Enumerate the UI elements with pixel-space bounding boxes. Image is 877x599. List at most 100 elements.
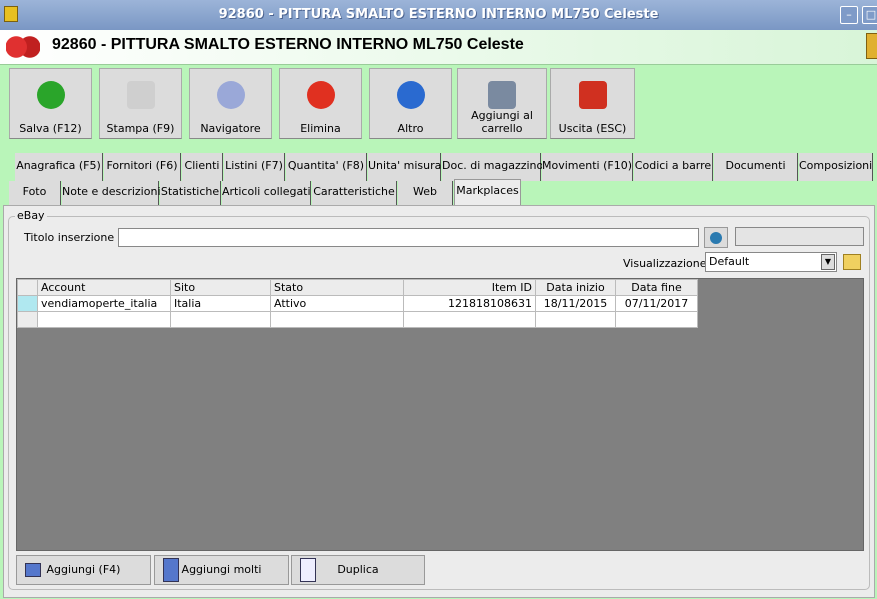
tab-label: Movimenti (F10) <box>542 159 633 172</box>
empty-cell[interactable] <box>615 311 698 328</box>
toolbar-button-5[interactable]: Aggiungi al carrello <box>457 68 547 139</box>
tab-label: Listini (F7) <box>225 159 283 172</box>
empty-cell[interactable] <box>170 311 271 328</box>
tab-label: Doc. di magazzino <box>442 159 544 172</box>
folder-icon[interactable] <box>843 254 861 270</box>
tab-label: Codici a barre <box>634 159 712 172</box>
window-title: 92860 - PITTURA SMALTO ESTERNO INTERNO M… <box>218 7 659 22</box>
cell-sito[interactable]: Italia <box>170 295 271 312</box>
toolbar-button-0[interactable]: Salva (F12) <box>9 68 92 139</box>
col-data-fine[interactable]: Data fine <box>615 279 698 296</box>
tab-doc-di-magazzino[interactable]: Doc. di magazzino <box>442 153 544 181</box>
add-button[interactable]: Aggiungi (F4) <box>16 555 151 585</box>
toolbar-label: Uscita (ESC) <box>558 122 627 135</box>
cell-item-id[interactable]: 121818108631 <box>403 295 536 312</box>
col-stato[interactable]: Stato <box>270 279 404 296</box>
printer-icon <box>126 81 155 109</box>
tab-listini-f7-[interactable]: Listini (F7) <box>224 153 285 181</box>
empty-cell[interactable] <box>37 311 171 328</box>
tab-label: Unita' misura <box>368 159 442 172</box>
tab-label: Quantita' (F8) <box>287 159 365 172</box>
tab-label: Composizioni <box>799 159 873 172</box>
add-icon <box>25 563 41 577</box>
tab-label: Clienti <box>184 159 220 172</box>
col-item-id[interactable]: Item ID <box>403 279 536 296</box>
maximize-button[interactable]: □ <box>862 6 877 24</box>
tab-composizioni[interactable]: Composizioni <box>799 153 873 181</box>
select-value: Default <box>709 255 750 268</box>
cart-icon <box>488 81 516 109</box>
table-row[interactable]: vendiamoperte_italia Italia Attivo 12181… <box>17 295 698 312</box>
tab-codici-a-barre[interactable]: Codici a barre <box>634 153 713 181</box>
tab-clienti[interactable]: Clienti <box>182 153 223 181</box>
tab-statistiche[interactable]: Statistiche <box>160 181 221 205</box>
visualizzazione-label: Visualizzazione : <box>623 257 714 270</box>
toolbar-label: Salva (F12) <box>19 122 82 135</box>
tab-label: Note e descrizioni <box>62 185 161 198</box>
col-data-inizio[interactable]: Data inizio <box>535 279 616 296</box>
toolbar-button-4[interactable]: Altro <box>369 68 452 139</box>
compass-icon <box>216 81 245 109</box>
tab-articoli-collegati[interactable]: Articoli collegati <box>222 181 311 205</box>
tab-label: Statistiche <box>160 185 220 198</box>
power-icon <box>578 81 607 109</box>
tab-caratteristiche[interactable]: Caratteristiche <box>312 181 397 205</box>
tab-fornitori-f6-[interactable]: Fornitori (F6) <box>104 153 181 181</box>
duplicate-icon <box>300 558 316 582</box>
titolo-label: Titolo inserzione : <box>24 231 122 244</box>
col-account[interactable]: Account <box>37 279 171 296</box>
add-many-icon <box>163 558 179 582</box>
toolbar-label: Elimina <box>300 122 341 135</box>
globe-icon <box>710 232 722 244</box>
toolbar-button-3[interactable]: Elimina <box>279 68 362 139</box>
globe-button[interactable] <box>704 227 728 248</box>
add-many-label: Aggiungi molti <box>181 563 262 576</box>
chevron-down-icon[interactable]: ▼ <box>821 254 835 270</box>
strawberry-icon <box>6 36 40 58</box>
toolbar-button-6[interactable]: Uscita (ESC) <box>550 68 635 139</box>
row-indicator[interactable] <box>17 295 38 312</box>
tab-label: Anagrafica (F5) <box>16 159 101 172</box>
tab-quantita-f8-[interactable]: Quantita' (F8) <box>286 153 367 181</box>
page-title: 92860 - PITTURA SMALTO ESTERNO INTERNO M… <box>52 36 524 53</box>
cell-stato[interactable]: Attivo <box>270 295 404 312</box>
tab-label: Markplaces <box>456 184 519 197</box>
visualizzazione-select[interactable]: Default ▼ <box>705 252 837 272</box>
row-indicator[interactable] <box>17 311 38 328</box>
listings-grid[interactable]: Account Sito Stato Item ID Data inizio D… <box>16 278 864 551</box>
tab-anagrafica-f5-[interactable]: Anagrafica (F5) <box>15 153 103 181</box>
header: 92860 - PITTURA SMALTO ESTERNO INTERNO M… <box>0 30 877 65</box>
tab-movimenti-f10-[interactable]: Movimenti (F10) <box>542 153 633 181</box>
add-many-button[interactable]: Aggiungi molti <box>154 555 289 585</box>
col-sito[interactable]: Sito <box>170 279 271 296</box>
title-bar: 92860 - PITTURA SMALTO ESTERNO INTERNO M… <box>0 0 877 30</box>
tab-note-e-descrizioni[interactable]: Note e descrizioni <box>62 181 161 205</box>
titolo-input[interactable] <box>118 228 699 247</box>
tab-unita-misura[interactable]: Unita' misura <box>368 153 441 181</box>
toolbar-label: Altro <box>397 122 424 135</box>
tab-label: Fornitori (F6) <box>106 159 178 172</box>
toolbar-button-2[interactable]: Navigatore <box>189 68 272 139</box>
duplicate-label: Duplica <box>337 563 379 576</box>
tab-label: Documenti <box>725 159 786 172</box>
cell-data-fine[interactable]: 07/11/2017 <box>615 295 698 312</box>
toolbar-button-1[interactable]: Stampa (F9) <box>99 68 182 139</box>
empty-cell[interactable] <box>535 311 616 328</box>
empty-cell[interactable] <box>403 311 536 328</box>
tab-markplaces[interactable]: Markplaces <box>454 179 521 205</box>
tab-label: Foto <box>22 185 47 198</box>
tab-documenti[interactable]: Documenti <box>714 153 798 181</box>
empty-cell[interactable] <box>270 311 404 328</box>
app-icon <box>4 6 18 22</box>
duplicate-button[interactable]: Duplica <box>291 555 425 585</box>
toolbar-label: Stampa (F9) <box>106 122 175 135</box>
tab-foto[interactable]: Foto <box>9 181 61 205</box>
cell-data-inizio[interactable]: 18/11/2015 <box>535 295 616 312</box>
cell-account[interactable]: vendiamoperte_italia <box>37 295 171 312</box>
check-icon <box>36 81 65 109</box>
tab-web[interactable]: Web <box>398 181 453 205</box>
minimize-button[interactable]: – <box>840 6 858 24</box>
row-indicator-header <box>17 279 38 296</box>
table-row-empty[interactable] <box>17 311 698 328</box>
x-icon <box>306 81 335 109</box>
